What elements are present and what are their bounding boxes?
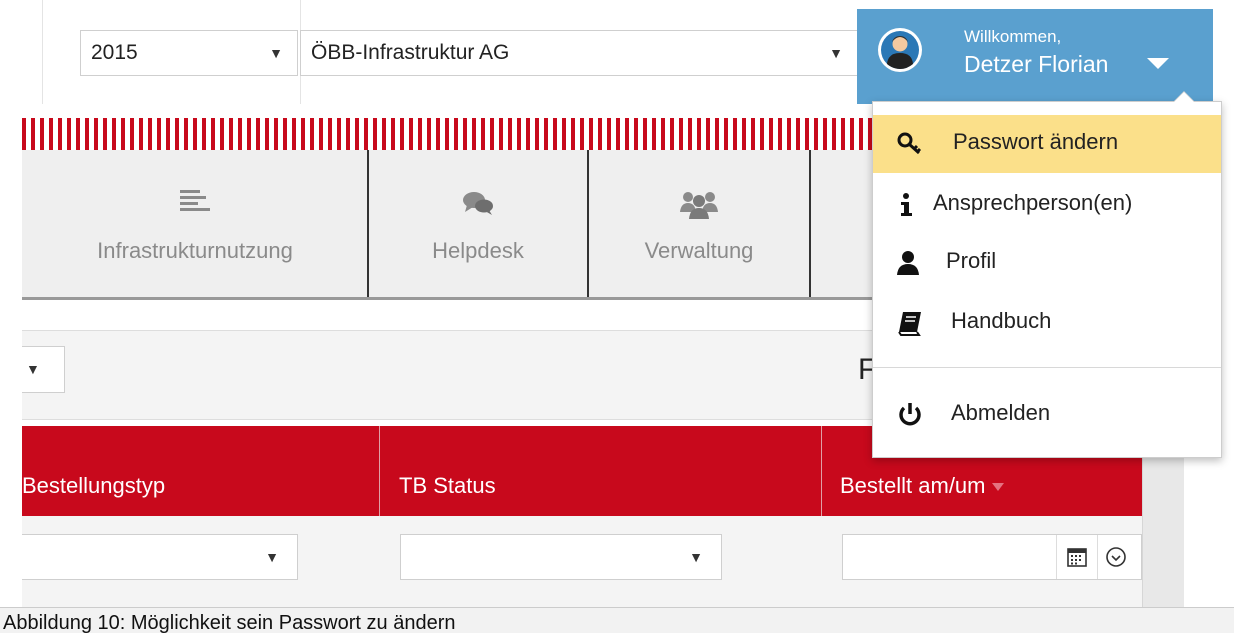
filter-select[interactable]: ▼ bbox=[22, 346, 65, 393]
list-icon bbox=[180, 190, 210, 211]
nav-label: Helpdesk bbox=[432, 238, 524, 263]
tb-status-filter-select[interactable]: ▼ bbox=[400, 534, 722, 580]
user-name: Detzer Florian bbox=[964, 51, 1109, 77]
menu-divider bbox=[873, 367, 1221, 368]
company-select-value: ÖBB-Infrastruktur AG bbox=[311, 41, 510, 64]
menu-item-abmelden[interactable]: Abmelden bbox=[873, 386, 1221, 444]
column-label: TB Status bbox=[399, 473, 496, 498]
year-select[interactable]: 2015 ▼ bbox=[80, 30, 298, 76]
menu-item-handbuch[interactable]: Handbuch bbox=[873, 294, 1221, 352]
chat-bubbles-icon bbox=[463, 192, 493, 215]
nav-item-helpdesk[interactable]: Helpdesk bbox=[369, 150, 587, 297]
nav-label: Verwaltung bbox=[644, 238, 754, 263]
clock-icon[interactable] bbox=[1105, 546, 1127, 568]
column-divider bbox=[379, 426, 380, 516]
menu-item-label: Abmelden bbox=[951, 400, 1051, 425]
chevron-down-icon: ▼ bbox=[829, 45, 843, 61]
chevron-down-icon: ▼ bbox=[689, 549, 703, 565]
menu-item-ansprechpersonen[interactable]: Ansprechperson(en) bbox=[873, 176, 1221, 234]
menu-item-label: Profil bbox=[946, 248, 997, 273]
column-divider bbox=[821, 426, 822, 516]
column-header-tb-status[interactable]: TB Status bbox=[399, 426, 819, 516]
header-divider bbox=[42, 0, 43, 104]
nav-label: Infrastrukturnutzung bbox=[97, 238, 293, 263]
nav-item-verwaltung[interactable]: Verwaltung bbox=[589, 150, 809, 297]
info-icon bbox=[901, 193, 912, 216]
key-icon bbox=[897, 132, 922, 155]
menu-item-profil[interactable]: Profil bbox=[873, 234, 1221, 292]
avatar bbox=[878, 28, 922, 72]
welcome-text: Willkommen, bbox=[964, 27, 1062, 46]
user-icon bbox=[897, 251, 919, 275]
users-icon bbox=[680, 192, 718, 219]
user-dropdown-menu: Passwort ändern Ansprechperson(en) Profi… bbox=[872, 91, 1222, 458]
caret-down-icon bbox=[1147, 58, 1169, 69]
user-menu-toggle[interactable]: Willkommen, Detzer Florian bbox=[857, 9, 1213, 104]
column-label: Bestellungstyp bbox=[22, 473, 166, 498]
column-header-bestellungstyp[interactable]: Bestellungstyp bbox=[22, 426, 378, 516]
input-divider bbox=[1056, 535, 1057, 579]
power-icon bbox=[899, 403, 921, 426]
menu-item-label: Handbuch bbox=[951, 308, 1052, 333]
chevron-down-icon: ▼ bbox=[265, 549, 279, 565]
decorative-stripes bbox=[22, 118, 872, 150]
dropdown-pointer bbox=[1174, 92, 1194, 102]
bestellungstyp-filter-select[interactable]: ▼ bbox=[22, 534, 298, 580]
nav-divider bbox=[809, 150, 811, 297]
main-nav: Infrastrukturnutzung Helpdesk Verwaltung bbox=[22, 150, 872, 300]
nav-item-infrastrukturnutzung[interactable]: Infrastrukturnutzung bbox=[22, 150, 368, 297]
menu-item-passwort-aendern[interactable]: Passwort ändern bbox=[873, 115, 1221, 173]
bestellt-am-date-input[interactable] bbox=[842, 534, 1142, 580]
figure-caption: Abbildung 10: Möglichkeit sein Passwort … bbox=[0, 607, 1234, 633]
chevron-down-icon: ▼ bbox=[269, 45, 283, 61]
sort-desc-icon bbox=[991, 483, 1004, 492]
calendar-icon[interactable] bbox=[1067, 547, 1087, 567]
column-label: Bestellt am/um bbox=[840, 473, 986, 498]
table-filter-row: ▼ ▼ bbox=[22, 516, 1142, 607]
year-select-value: 2015 bbox=[91, 41, 138, 64]
company-select[interactable]: ÖBB-Infrastruktur AG ▼ bbox=[300, 30, 858, 76]
book-icon bbox=[898, 312, 921, 336]
menu-item-label: Passwort ändern bbox=[953, 129, 1119, 154]
menu-item-label: Ansprechperson(en) bbox=[933, 190, 1133, 215]
input-divider bbox=[1097, 535, 1098, 579]
